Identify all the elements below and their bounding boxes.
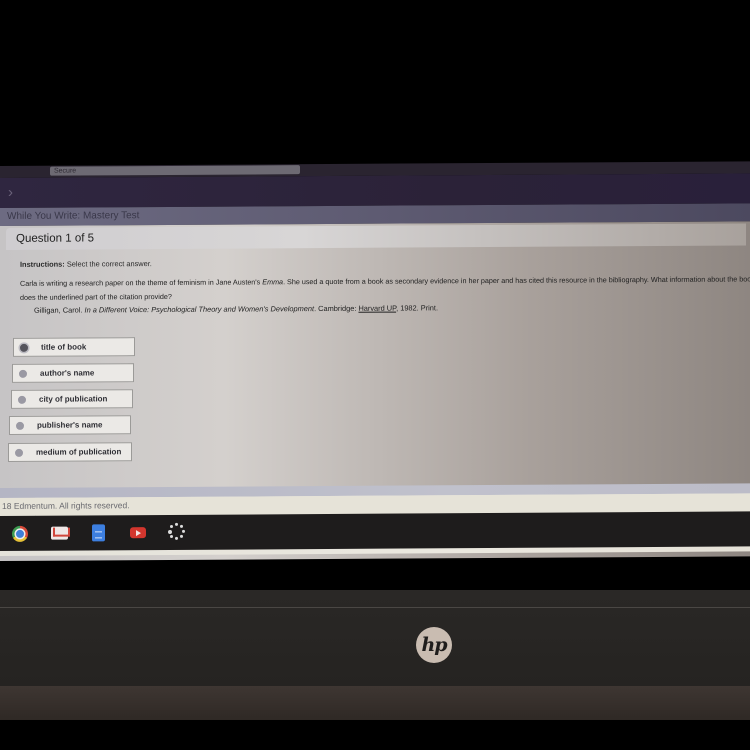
radio-icon[interactable] bbox=[18, 395, 26, 404]
os-shelf bbox=[0, 511, 750, 551]
test-title: While You Write: Mastery Test bbox=[7, 210, 140, 222]
monitor-bezel-top bbox=[0, 0, 750, 168]
question-header: Question 1 of 5 bbox=[6, 223, 746, 250]
app-header: › bbox=[0, 173, 750, 208]
citation-rest: , 1982. Print. bbox=[396, 303, 439, 313]
citation-title: In a Different Voice: Psychological Theo… bbox=[84, 304, 315, 315]
citation-underlined: Harvard UP bbox=[358, 303, 397, 313]
option-label: author's name bbox=[40, 368, 95, 378]
chrome-icon[interactable] bbox=[12, 525, 28, 542]
prompt-text: Carla is writing a research paper on the… bbox=[20, 277, 263, 288]
address-bar[interactable]: Secure bbox=[50, 165, 300, 176]
chevron-right-icon[interactable]: › bbox=[8, 184, 13, 201]
radio-icon[interactable] bbox=[16, 421, 24, 430]
question-prompt: Carla is writing a research paper on the… bbox=[20, 272, 750, 305]
copyright-text: 18 Edmentum. All rights reserved. bbox=[2, 500, 130, 511]
option-medium-of-publication[interactable]: medium of publication bbox=[8, 442, 132, 462]
bezel-edge bbox=[0, 607, 750, 608]
option-label: city of publication bbox=[39, 394, 108, 404]
option-authors-name[interactable]: author's name bbox=[12, 363, 134, 383]
option-label: publisher's name bbox=[37, 420, 103, 430]
app-launcher-icon[interactable] bbox=[168, 522, 186, 541]
secure-label: Secure bbox=[54, 167, 77, 175]
option-title-of-book[interactable]: title of book bbox=[13, 337, 135, 357]
radio-icon[interactable] bbox=[15, 448, 23, 457]
youtube-icon[interactable] bbox=[130, 527, 146, 539]
option-publishers-name[interactable]: publisher's name bbox=[9, 415, 131, 435]
photo-border-bottom bbox=[0, 720, 750, 750]
citation-author: Gilligan, Carol. bbox=[34, 305, 85, 315]
docs-icon[interactable] bbox=[92, 524, 105, 542]
option-label: medium of publication bbox=[36, 447, 122, 457]
prompt-book-title: Emma bbox=[262, 277, 284, 287]
option-label: title of book bbox=[41, 342, 87, 352]
radio-selected-icon[interactable] bbox=[20, 343, 28, 352]
instructions: Instructions: Select the correct answer. bbox=[20, 259, 152, 269]
radio-icon[interactable] bbox=[19, 369, 27, 378]
hp-logo: hp bbox=[416, 627, 452, 663]
instructions-label: Instructions: bbox=[20, 259, 65, 269]
citation-place: . Cambridge: bbox=[314, 303, 359, 314]
monitor-bezel-bottom: hp bbox=[0, 590, 750, 686]
laptop-screen: Secure › While You Write: Mastery Test Q… bbox=[0, 161, 750, 590]
option-city-of-publication[interactable]: city of publication bbox=[11, 389, 133, 409]
gmail-icon[interactable] bbox=[51, 526, 68, 540]
instructions-text: Select the correct answer. bbox=[66, 259, 152, 269]
question-counter: Question 1 of 5 bbox=[16, 232, 94, 245]
keyboard-deck bbox=[0, 686, 750, 720]
citation: Gilligan, Carol. In a Different Voice: P… bbox=[34, 303, 438, 314]
